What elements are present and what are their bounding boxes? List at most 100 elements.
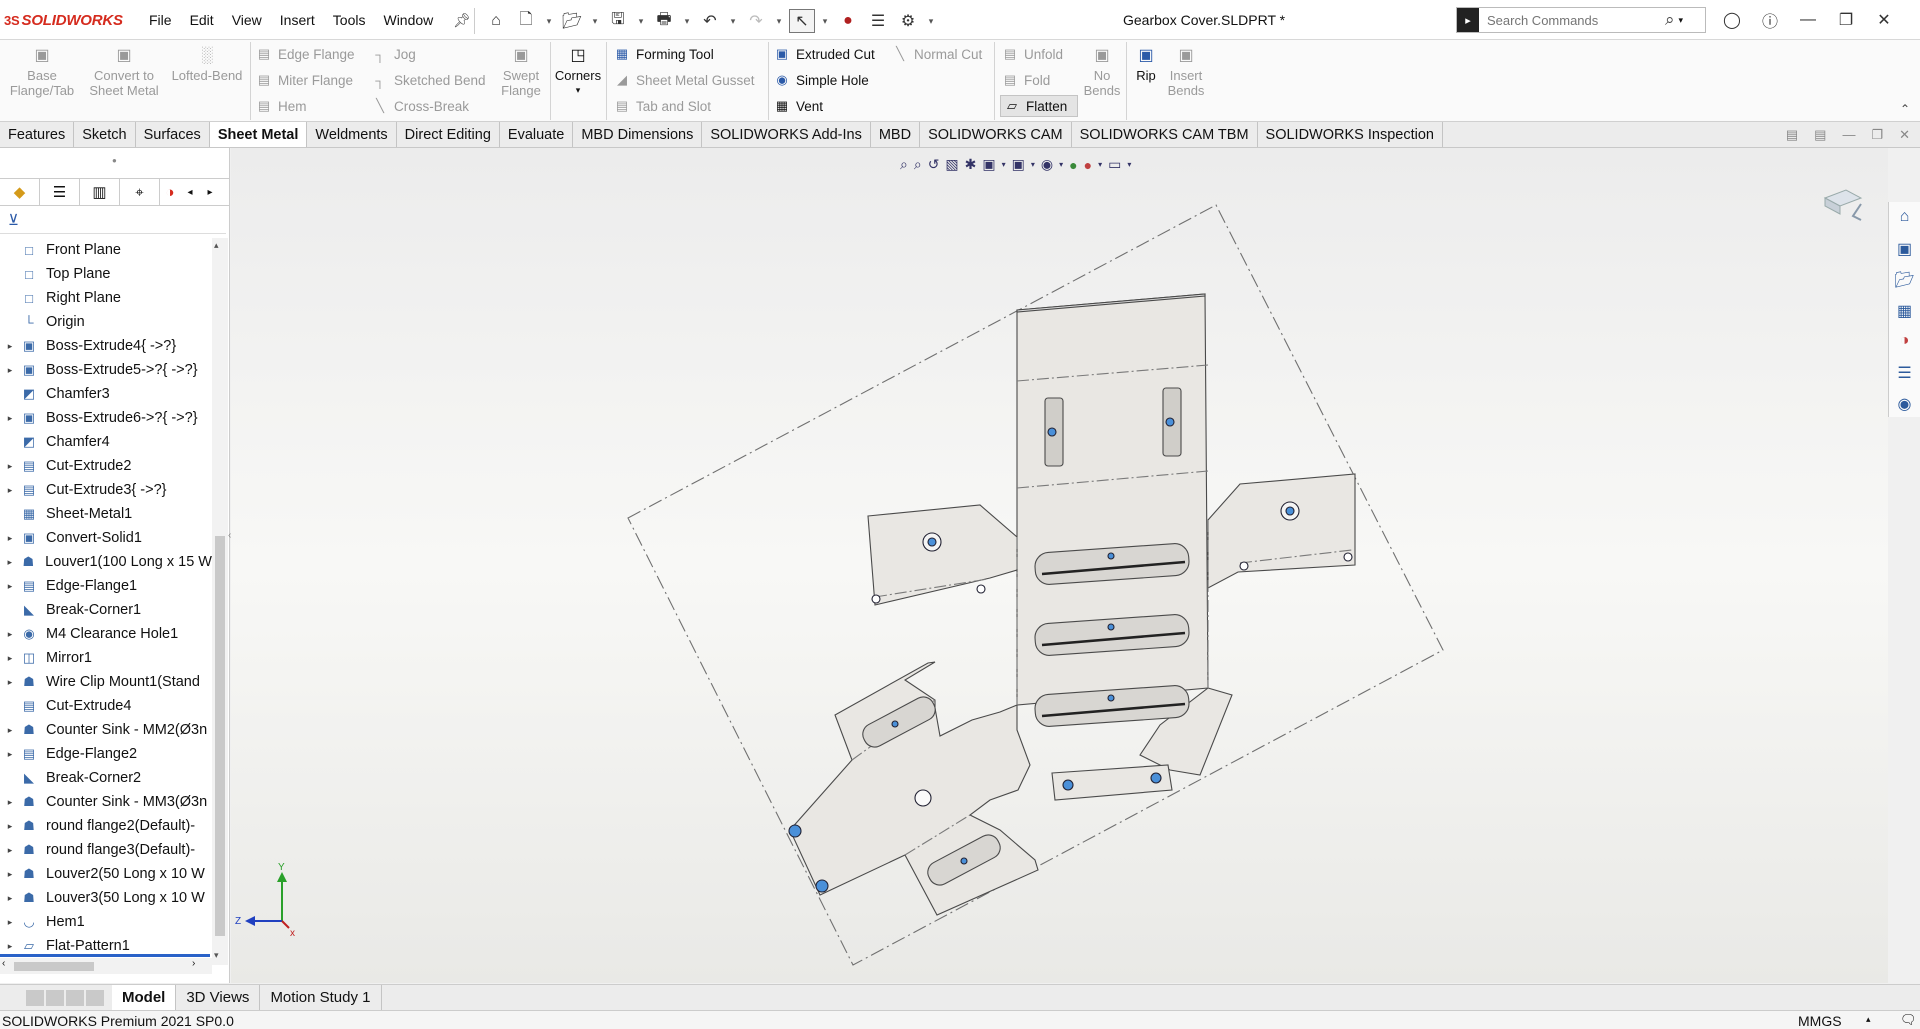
configuration-manager-tab-icon[interactable]: ▥ bbox=[80, 179, 120, 205]
undo-icon[interactable]: ↶ bbox=[697, 9, 723, 33]
chevron-down-icon[interactable]: ▾ bbox=[576, 83, 581, 98]
filter-icon[interactable]: ⊻ bbox=[0, 206, 226, 234]
feature-tree-item[interactable]: ▦ Sheet-Metal1 bbox=[0, 502, 212, 526]
close-icon[interactable]: ✕ bbox=[1870, 8, 1898, 32]
print-icon[interactable]: 🖶︎ bbox=[651, 9, 677, 33]
scroll-up-icon[interactable]: ▴ bbox=[214, 240, 219, 251]
tab-solidworks-inspection[interactable]: SOLIDWORKS Inspection bbox=[1257, 122, 1443, 147]
unfold-button[interactable]: ▤ Unfold bbox=[1002, 46, 1063, 62]
expand-arrow-icon[interactable]: ▸ bbox=[0, 845, 20, 856]
sheet-metal-gusset-button[interactable]: ◢ Sheet Metal Gusset bbox=[614, 72, 755, 88]
minimize-icon[interactable]: — bbox=[1794, 8, 1822, 32]
tab-and-slot-button[interactable]: ▤ Tab and Slot bbox=[614, 98, 711, 114]
next-tab-icon[interactable] bbox=[66, 989, 84, 1006]
feature-tree-item[interactable]: ◩ Chamfer4 bbox=[0, 430, 212, 454]
expand-arrow-icon[interactable]: ▸ bbox=[0, 917, 20, 928]
tab-solidworks-add-ins[interactable]: SOLIDWORKS Add-Ins bbox=[702, 122, 871, 147]
previous-view-icon[interactable]: ↺ bbox=[928, 156, 940, 173]
section-view-icon[interactable]: ▧ bbox=[945, 156, 958, 173]
no-bends-button[interactable]: ▣ No Bends bbox=[1082, 44, 1122, 98]
scrollbar-thumb[interactable] bbox=[14, 962, 94, 971]
edge-flange-button[interactable]: ▤ Edge Flange bbox=[256, 46, 355, 62]
vertical-scrollbar[interactable]: ▴ ▾ bbox=[212, 238, 228, 965]
feature-tree-item[interactable]: □ Front Plane bbox=[0, 238, 212, 262]
scrollbar-thumb[interactable] bbox=[215, 536, 225, 936]
miter-flange-button[interactable]: ▤ Miter Flange bbox=[256, 72, 353, 88]
edit-appearance-icon[interactable]: ● bbox=[1069, 157, 1077, 173]
new-document-icon[interactable]: 🗋︎ bbox=[513, 9, 539, 33]
horizontal-scrollbar[interactable]: ‹ › bbox=[0, 958, 212, 974]
feature-tree-item[interactable]: ▸ ◉ M4 Clearance Hole1 bbox=[0, 622, 212, 646]
tab-solidworks-cam[interactable]: SOLIDWORKS CAM bbox=[920, 122, 1072, 147]
restore-icon[interactable]: ❐ bbox=[1832, 8, 1860, 32]
custom-properties-icon[interactable]: ☰ bbox=[1889, 357, 1920, 388]
search-input[interactable] bbox=[1479, 12, 1659, 28]
expand-arrow-icon[interactable]: ▸ bbox=[0, 893, 20, 904]
tab-surfaces[interactable]: Surfaces bbox=[135, 122, 210, 147]
display-style-icon[interactable]: ▣ bbox=[1012, 156, 1025, 173]
dynamic-annotation-icon[interactable]: ✱ bbox=[965, 156, 977, 173]
search-commands-box[interactable]: ▸ ⌕ ▾ bbox=[1456, 7, 1706, 33]
menu-file[interactable]: File bbox=[140, 10, 181, 31]
model-view[interactable]: Y Z x bbox=[231, 148, 1888, 983]
tab-solidworks-cam-tbm[interactable]: SOLIDWORKS CAM TBM bbox=[1071, 122, 1258, 147]
chevron-left-icon[interactable]: ◂ bbox=[180, 179, 200, 205]
collapse-ribbon-icon[interactable]: ⌃ bbox=[1900, 102, 1910, 116]
feature-tree-item[interactable]: └ Origin bbox=[0, 310, 212, 334]
tab-model[interactable]: Model bbox=[112, 985, 177, 1010]
expand-arrow-icon[interactable]: ▸ bbox=[0, 941, 20, 952]
feature-tree-item[interactable]: ▸ ☗ Louver3(50 Long x 10 W bbox=[0, 886, 212, 910]
chevron-down-icon[interactable]: ▾ bbox=[1059, 160, 1063, 169]
tab-features[interactable]: Features bbox=[0, 122, 75, 147]
expand-arrow-icon[interactable]: ▸ bbox=[0, 341, 20, 352]
feature-tree-item[interactable]: ▸ ▣ Boss-Extrude5->?{ ->?} bbox=[0, 358, 212, 382]
gear-icon[interactable]: ⚙ bbox=[895, 9, 921, 33]
design-library-icon[interactable]: ▣ bbox=[1889, 233, 1920, 264]
scroll-left-icon[interactable]: ‹ bbox=[2, 958, 5, 969]
zoom-to-area-icon[interactable]: ⌕ bbox=[914, 156, 922, 173]
tab-motion-study[interactable]: Motion Study 1 bbox=[260, 985, 382, 1010]
vent-button[interactable]: ▦ Vent bbox=[774, 98, 823, 114]
home-icon[interactable]: ⌂ bbox=[483, 9, 509, 33]
open-folder-icon[interactable]: 📂︎ bbox=[559, 9, 585, 33]
viewport-tile-icon[interactable]: ▤ bbox=[1814, 127, 1826, 143]
feature-tree-item[interactable]: ▸ ☗ Louver2(50 Long x 10 W bbox=[0, 862, 212, 886]
convert-to-sheet-metal-button[interactable]: ▣ Convert to Sheet Metal bbox=[84, 44, 164, 98]
feature-tree-item[interactable]: ▸ ▤ Cut-Extrude2 bbox=[0, 454, 212, 478]
simple-hole-button[interactable]: ◉ Simple Hole bbox=[774, 72, 868, 88]
menu-tools[interactable]: Tools bbox=[324, 10, 375, 31]
solidworks-logo[interactable]: 3S SOLIDWORKS bbox=[4, 9, 123, 31]
tab-mbd[interactable]: MBD bbox=[870, 122, 921, 147]
file-explorer-icon[interactable]: 📂︎ bbox=[1889, 264, 1920, 295]
apply-scene-icon[interactable]: ● bbox=[1084, 157, 1092, 173]
view-orientation-icon[interactable]: ▣ bbox=[982, 156, 995, 173]
scroll-right-icon[interactable]: › bbox=[192, 958, 195, 969]
expand-arrow-icon[interactable]: ▸ bbox=[0, 533, 20, 544]
lofted-bend-button[interactable]: ░ Lofted-Bend bbox=[166, 44, 248, 83]
feature-tree-item[interactable]: ▸ ▣ Boss-Extrude4{ ->?} bbox=[0, 334, 212, 358]
collaboration-icon[interactable]: 🗨︎ bbox=[1900, 1012, 1917, 1028]
feature-tree-item[interactable]: ▸ ☗ round flange2(Default)- bbox=[0, 814, 212, 838]
expand-arrow-icon[interactable]: ▸ bbox=[0, 557, 20, 568]
chevron-down-icon[interactable]: ▾ bbox=[681, 9, 693, 33]
expand-arrow-icon[interactable]: ▸ bbox=[0, 677, 20, 688]
chevron-down-icon[interactable]: ▾ bbox=[1098, 160, 1102, 169]
last-tab-icon[interactable] bbox=[86, 989, 104, 1006]
feature-tree-item[interactable]: □ Right Plane bbox=[0, 286, 212, 310]
redo-icon[interactable]: ↷ bbox=[743, 9, 769, 33]
expand-arrow-icon[interactable]: ▸ bbox=[0, 797, 20, 808]
select-cursor-icon[interactable]: ↖ bbox=[789, 9, 815, 33]
cross-break-button[interactable]: ╲ Cross-Break bbox=[372, 98, 469, 114]
chevron-down-icon[interactable]: ▾ bbox=[819, 9, 831, 33]
feature-tree-item[interactable]: ◣ Break-Corner1 bbox=[0, 598, 212, 622]
chevron-down-icon[interactable]: ▾ bbox=[1031, 160, 1035, 169]
sketched-bend-button[interactable]: ┐ Sketched Bend bbox=[372, 72, 485, 88]
corners-button[interactable]: ◳ Corners ▾ bbox=[554, 44, 602, 98]
feature-tree-item[interactable]: ▸ ☗ Counter Sink - MM3(Ø3n bbox=[0, 790, 212, 814]
expand-arrow-icon[interactable]: ▸ bbox=[0, 413, 20, 424]
fold-button[interactable]: ▤ Fold bbox=[1002, 72, 1050, 88]
viewport-close-icon[interactable]: ✕ bbox=[1899, 127, 1910, 143]
unit-system[interactable]: MMGS bbox=[1798, 1013, 1842, 1029]
user-account-icon[interactable]: ◯ bbox=[1718, 8, 1746, 32]
hide-show-items-icon[interactable]: ◉ bbox=[1041, 156, 1053, 173]
